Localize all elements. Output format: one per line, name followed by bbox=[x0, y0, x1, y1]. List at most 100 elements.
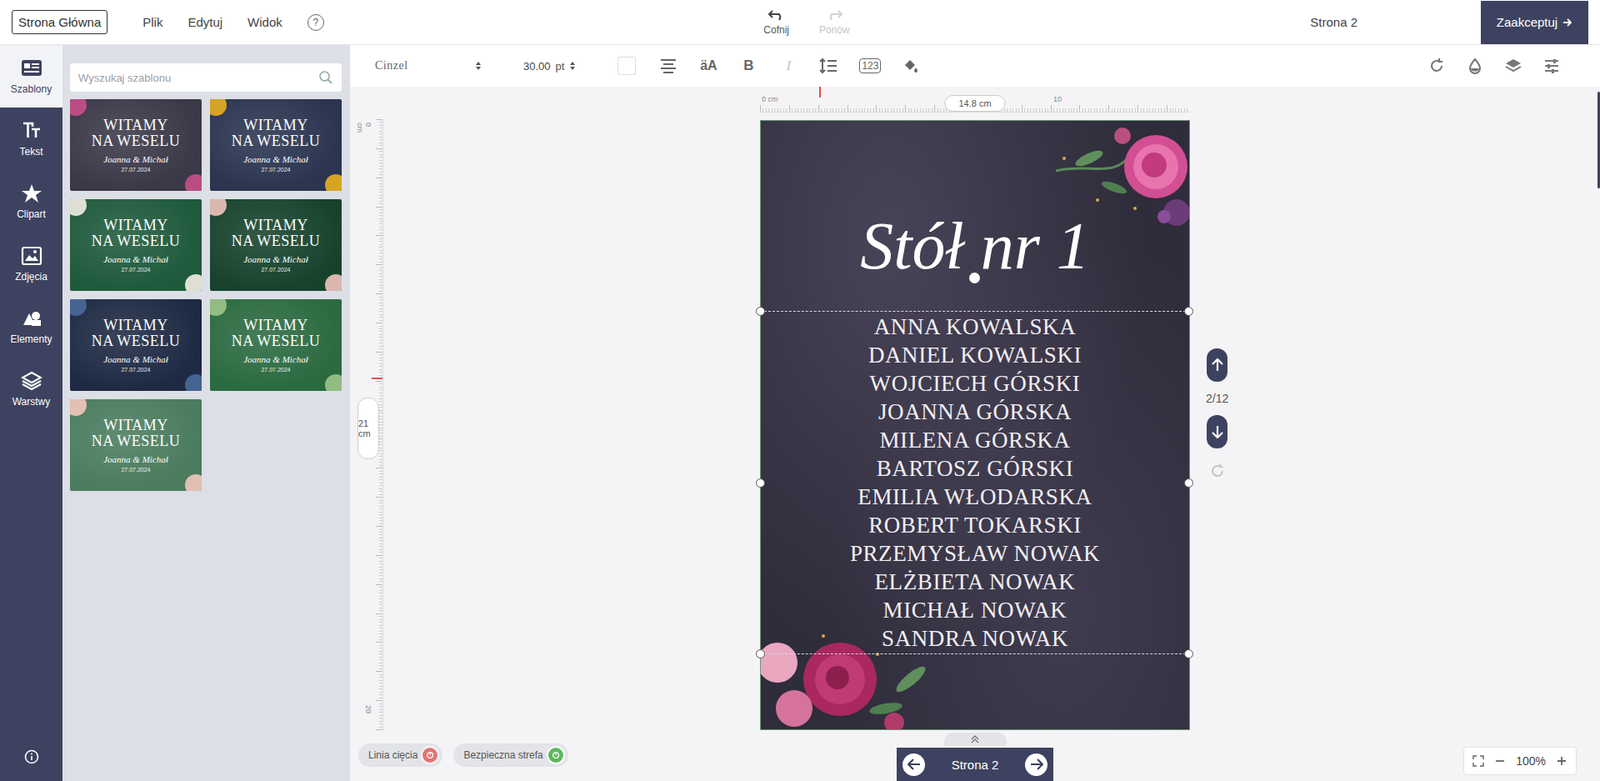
guest-name: PRZEMYSŁAW NOWAK bbox=[850, 539, 1100, 568]
rail-item[interactable]: Tekst bbox=[0, 107, 63, 170]
rotate-handle[interactable] bbox=[969, 272, 980, 284]
next-page-button[interactable] bbox=[1025, 753, 1048, 776]
menu-item[interactable]: Widok bbox=[247, 15, 283, 30]
resize-handle[interactable] bbox=[1184, 649, 1194, 659]
guest-name: ANNA KOWALSKA bbox=[874, 312, 1077, 341]
scrollbar[interactable] bbox=[1597, 91, 1600, 189]
horizontal-ruler: 0 cm 10 14.8 cm bbox=[760, 86, 1190, 113]
refresh-icon[interactable] bbox=[1210, 463, 1225, 479]
bold-button[interactable]: B bbox=[739, 57, 758, 75]
home-button[interactable]: Strona Główna bbox=[11, 10, 108, 35]
rail-item[interactable]: Elementy bbox=[0, 295, 63, 358]
page-navigator: Strona 2 bbox=[896, 747, 1054, 781]
guest-name: ROBERT TOKARSKI bbox=[868, 510, 1082, 540]
arrow-left-icon bbox=[907, 758, 921, 770]
template-thumbnail[interactable]: WITAMY NA WESELU Joanna & Michał 27.07.2… bbox=[70, 99, 202, 191]
resize-handle[interactable] bbox=[755, 306, 765, 316]
info-icon[interactable] bbox=[24, 749, 40, 765]
guide-toggle[interactable]: Linia cięcia bbox=[358, 743, 443, 767]
template-thumbnail[interactable]: WITAMY NA WESELU Joanna & Michał 27.07.2… bbox=[210, 199, 342, 291]
font-select[interactable]: Cinzel bbox=[375, 59, 482, 73]
guest-name: MILENA GÓRSKA bbox=[879, 425, 1070, 455]
editor-app: Strona Główna Plik Edytuj Widok ? Cofnij P… bbox=[0, 0, 1600, 781]
fit-screen-icon[interactable] bbox=[1472, 755, 1485, 767]
page-strip-toggle[interactable] bbox=[944, 732, 1007, 746]
guest-name: ELŻBIETA NOWAK bbox=[875, 567, 1076, 596]
guest-name: WOJCIECH GÓRSKI bbox=[870, 369, 1081, 398]
rail-item[interactable]: Zdjęcia bbox=[0, 232, 63, 295]
text-toolbar: Cinzel 30.00pt äA B I 123 bbox=[350, 45, 1600, 87]
guest-name: MICHAŁ NOWAK bbox=[883, 595, 1068, 625]
rail-icon bbox=[20, 308, 43, 329]
undo-icon bbox=[767, 9, 786, 21]
toggle-status-icon bbox=[422, 747, 438, 763]
search-icon bbox=[318, 70, 334, 85]
guest-list-textbox[interactable]: ANNA KOWALSKADANIEL KOWALSKIWOJCIECH GÓR… bbox=[760, 310, 1190, 655]
page-title[interactable]: Stół nr 1 bbox=[860, 204, 1090, 311]
move-down-button[interactable] bbox=[1206, 415, 1228, 449]
resize-handle[interactable] bbox=[755, 649, 765, 659]
rail-item[interactable]: Clipart bbox=[0, 170, 63, 233]
canvas-area: 0 cm 21 cm 20 0 cm 10 14.8 cm Stół nr 1 … bbox=[350, 86, 1600, 781]
arrow-right-icon bbox=[1562, 17, 1573, 28]
help-button[interactable]: ? bbox=[307, 14, 325, 31]
move-up-button[interactable] bbox=[1206, 348, 1228, 382]
zoom-control: 100% bbox=[1463, 746, 1577, 775]
rail-icon bbox=[20, 120, 43, 141]
rail-icon bbox=[20, 370, 43, 391]
vertical-ruler: 0 cm 21 cm 20 bbox=[354, 119, 384, 730]
guest-name: JOANNA GÓRSKA bbox=[878, 397, 1072, 426]
guest-name: SANDRA NOWAK bbox=[881, 624, 1069, 653]
opacity-icon[interactable] bbox=[1466, 57, 1484, 75]
numbering-button[interactable]: 123 bbox=[859, 58, 881, 74]
template-thumbnail[interactable]: WITAMY NA WESELU Joanna & Michał 27.07.2… bbox=[210, 299, 342, 391]
redo-button[interactable]: Ponów bbox=[819, 9, 850, 36]
guest-name: BARTOSZ GÓRSKI bbox=[876, 454, 1075, 483]
top-bar: Strona Główna Plik Edytuj Widok ? Cofnij P… bbox=[0, 0, 1600, 45]
templates-panel: Wyszukaj szablonu WITAMY NA WESELU Joann… bbox=[62, 45, 350, 781]
template-thumbnail[interactable]: WITAMY NA WESELU Joanna & Michał 27.07.2… bbox=[210, 99, 342, 191]
guest-name: EMILIA WŁODARSKA bbox=[857, 482, 1092, 511]
color-swatch[interactable] bbox=[617, 56, 636, 75]
zoom-in-icon[interactable] bbox=[1555, 755, 1568, 767]
side-rail: Szablony Tekst Clipart Zdjęcia Elementy … bbox=[0, 45, 63, 781]
arrow-down-icon bbox=[1211, 425, 1224, 439]
settings-sliders-icon[interactable] bbox=[1543, 57, 1560, 75]
previous-page-button[interactable] bbox=[902, 753, 925, 776]
rail-item[interactable]: Warstwy bbox=[0, 357, 63, 420]
page-label: Strona 2 bbox=[1310, 15, 1358, 30]
text-case-button[interactable]: äA bbox=[699, 58, 718, 74]
template-search[interactable]: Wyszukaj szablonu bbox=[70, 63, 342, 92]
redo-icon bbox=[825, 9, 844, 21]
template-thumbnail[interactable]: WITAMY NA WESELU Joanna & Michał 27.07.2… bbox=[70, 199, 202, 291]
resize-handle[interactable] bbox=[755, 478, 765, 488]
align-center-icon[interactable] bbox=[659, 57, 678, 75]
design-page[interactable]: Stół nr 1 ANNA KOWALSKADANIEL KOWALSKIWO… bbox=[760, 120, 1190, 730]
arrow-right-icon bbox=[1030, 758, 1044, 770]
undo-button[interactable]: Cofnij bbox=[763, 9, 790, 36]
page-counter: 2/12 bbox=[1205, 391, 1229, 405]
fill-bucket-icon[interactable] bbox=[902, 57, 920, 75]
guide-toggles: Linia cięcia Bezpieczna strefa bbox=[358, 743, 569, 767]
guide-toggle[interactable]: Bezpieczna strefa bbox=[453, 743, 568, 767]
updown-icon bbox=[475, 60, 482, 71]
template-thumbnail[interactable]: WITAMY NA WESELU Joanna & Michał 27.07.2… bbox=[70, 299, 202, 391]
font-size-input[interactable]: 30.00pt bbox=[523, 60, 576, 73]
line-height-icon[interactable] bbox=[819, 57, 838, 75]
accept-button[interactable]: Zaakceptuj bbox=[1480, 0, 1589, 45]
updown-icon bbox=[569, 60, 576, 71]
page-order-controls: 2/12 bbox=[1205, 348, 1229, 479]
rail-item[interactable]: Szablony bbox=[0, 45, 63, 108]
resize-handle[interactable] bbox=[1184, 306, 1194, 316]
menu-item[interactable]: Plik bbox=[142, 15, 163, 30]
rotate-icon[interactable] bbox=[1428, 57, 1445, 75]
toggle-status-icon bbox=[548, 747, 564, 763]
zoom-out-icon[interactable] bbox=[1494, 755, 1506, 767]
editor-main: Cinzel 30.00pt äA B I 123 0 cm 21 cm 20 … bbox=[350, 45, 1600, 781]
resize-handle[interactable] bbox=[1184, 478, 1194, 488]
italic-button[interactable]: I bbox=[779, 57, 798, 75]
template-thumbnail[interactable]: WITAMY NA WESELU Joanna & Michał 27.07.2… bbox=[70, 399, 202, 491]
layers-icon[interactable] bbox=[1505, 57, 1522, 75]
menu-item[interactable]: Edytuj bbox=[187, 15, 223, 30]
arrow-up-icon bbox=[1211, 358, 1224, 372]
